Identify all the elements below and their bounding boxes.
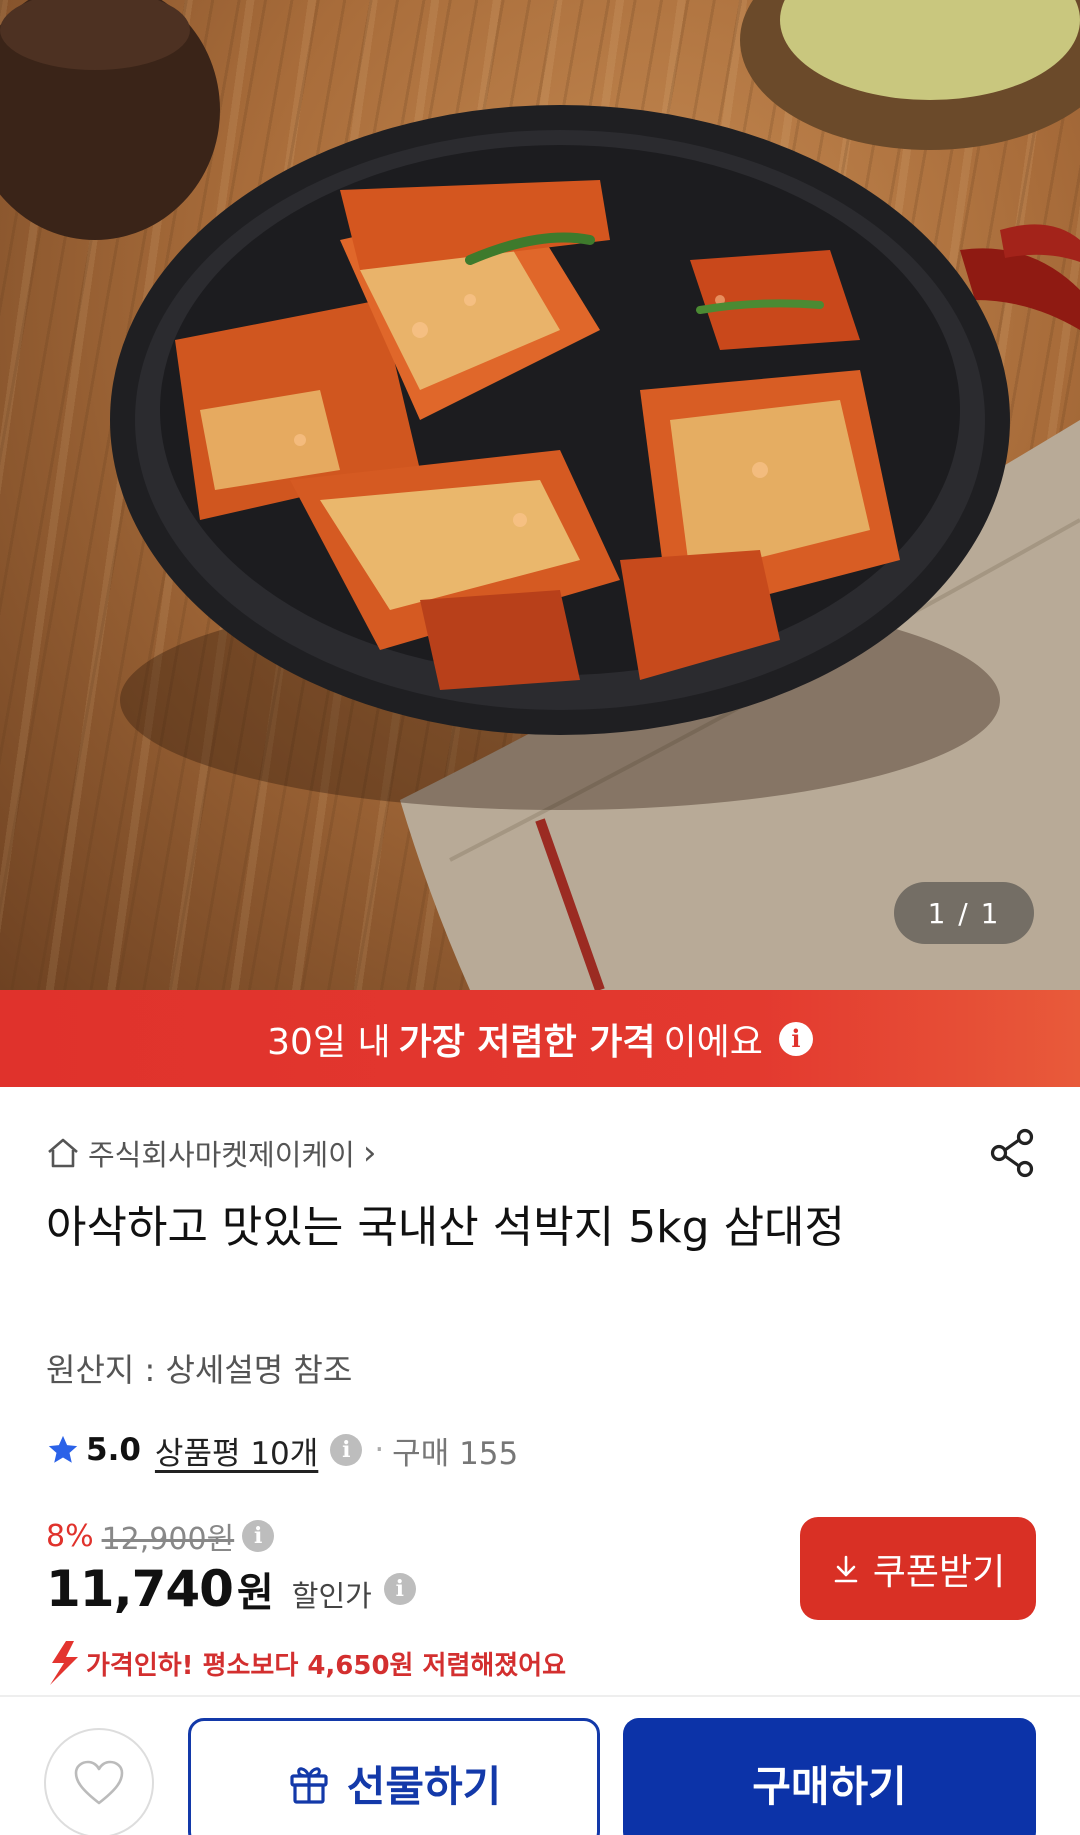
sale-price: 11,740 (46, 1560, 234, 1618)
divider (0, 1695, 1080, 1697)
share-button[interactable] (985, 1125, 1041, 1181)
separator-dot: · (374, 1432, 385, 1468)
wishlist-button[interactable] (44, 1728, 154, 1835)
gift-button[interactable]: 선물하기 (188, 1718, 600, 1835)
product-title: 아삭하고 맛있는 국내산 석박지 5kg 삼대정 (46, 1202, 846, 1253)
discount-row: 8% 12,900원 i (46, 1514, 275, 1558)
review-link[interactable]: 상품평 10개 (155, 1428, 318, 1473)
share-icon (990, 1128, 1034, 1178)
seller-link[interactable]: 주식회사마켓제이케이 › (46, 1131, 376, 1175)
gift-label: 선물하기 (346, 1761, 502, 1811)
buy-label: 구매하기 (752, 1761, 907, 1811)
gift-icon (290, 1767, 328, 1804)
price-drop-text: 가격인하! 평소보다 4,650원 저렴해졌어요 (86, 1650, 567, 1681)
info-icon[interactable]: i (242, 1520, 275, 1552)
info-icon[interactable]: i (778, 1021, 813, 1056)
rating-row: 5.0 상품평 10개 i · 구매 155 (46, 1428, 518, 1472)
banner-prefix: 30일 내 (267, 1021, 391, 1063)
price-row: 11,740 원 할인가 i (46, 1560, 416, 1618)
info-icon[interactable]: i (330, 1434, 363, 1466)
rating-score: 5.0 (86, 1432, 141, 1468)
product-origin: 원산지 : 상세설명 참조 (46, 1351, 353, 1389)
kimchi-bowl-illustration (0, 0, 1080, 990)
home-icon (48, 1138, 78, 1168)
download-icon (834, 1555, 858, 1582)
seller-name: 주식회사마켓제이케이 (88, 1138, 355, 1172)
coupon-button[interactable]: 쿠폰받기 (800, 1517, 1036, 1620)
buy-button[interactable]: 구매하기 (623, 1718, 1036, 1835)
price-label: 할인가 (291, 1579, 372, 1613)
chevron-right-icon: › (362, 1133, 377, 1173)
star-icon (48, 1435, 78, 1463)
banner-suffix: 이에요 (663, 1021, 763, 1063)
discount-rate: 8% (46, 1518, 94, 1554)
image-counter: 1 / 1 (894, 882, 1034, 944)
price-drop-notice: 가격인하! 평소보다 4,650원 저렴해졌어요 (42, 1638, 566, 1688)
product-image[interactable]: 1 / 1 (0, 0, 1080, 990)
lowest-price-banner[interactable]: 30일 내 가장 저렴한 가격 이에요 i (0, 990, 1080, 1087)
heart-icon (74, 1760, 124, 1805)
price-unit: 원 (236, 1570, 274, 1616)
original-price: 12,900원 (101, 1522, 235, 1557)
price-down-arrow-icon (50, 1641, 78, 1685)
info-icon[interactable]: i (383, 1573, 416, 1605)
coupon-label: 쿠폰받기 (872, 1550, 1006, 1592)
banner-emphasis: 가장 저렴한 가격 (398, 1021, 656, 1063)
purchase-count: 구매 155 (392, 1435, 519, 1472)
